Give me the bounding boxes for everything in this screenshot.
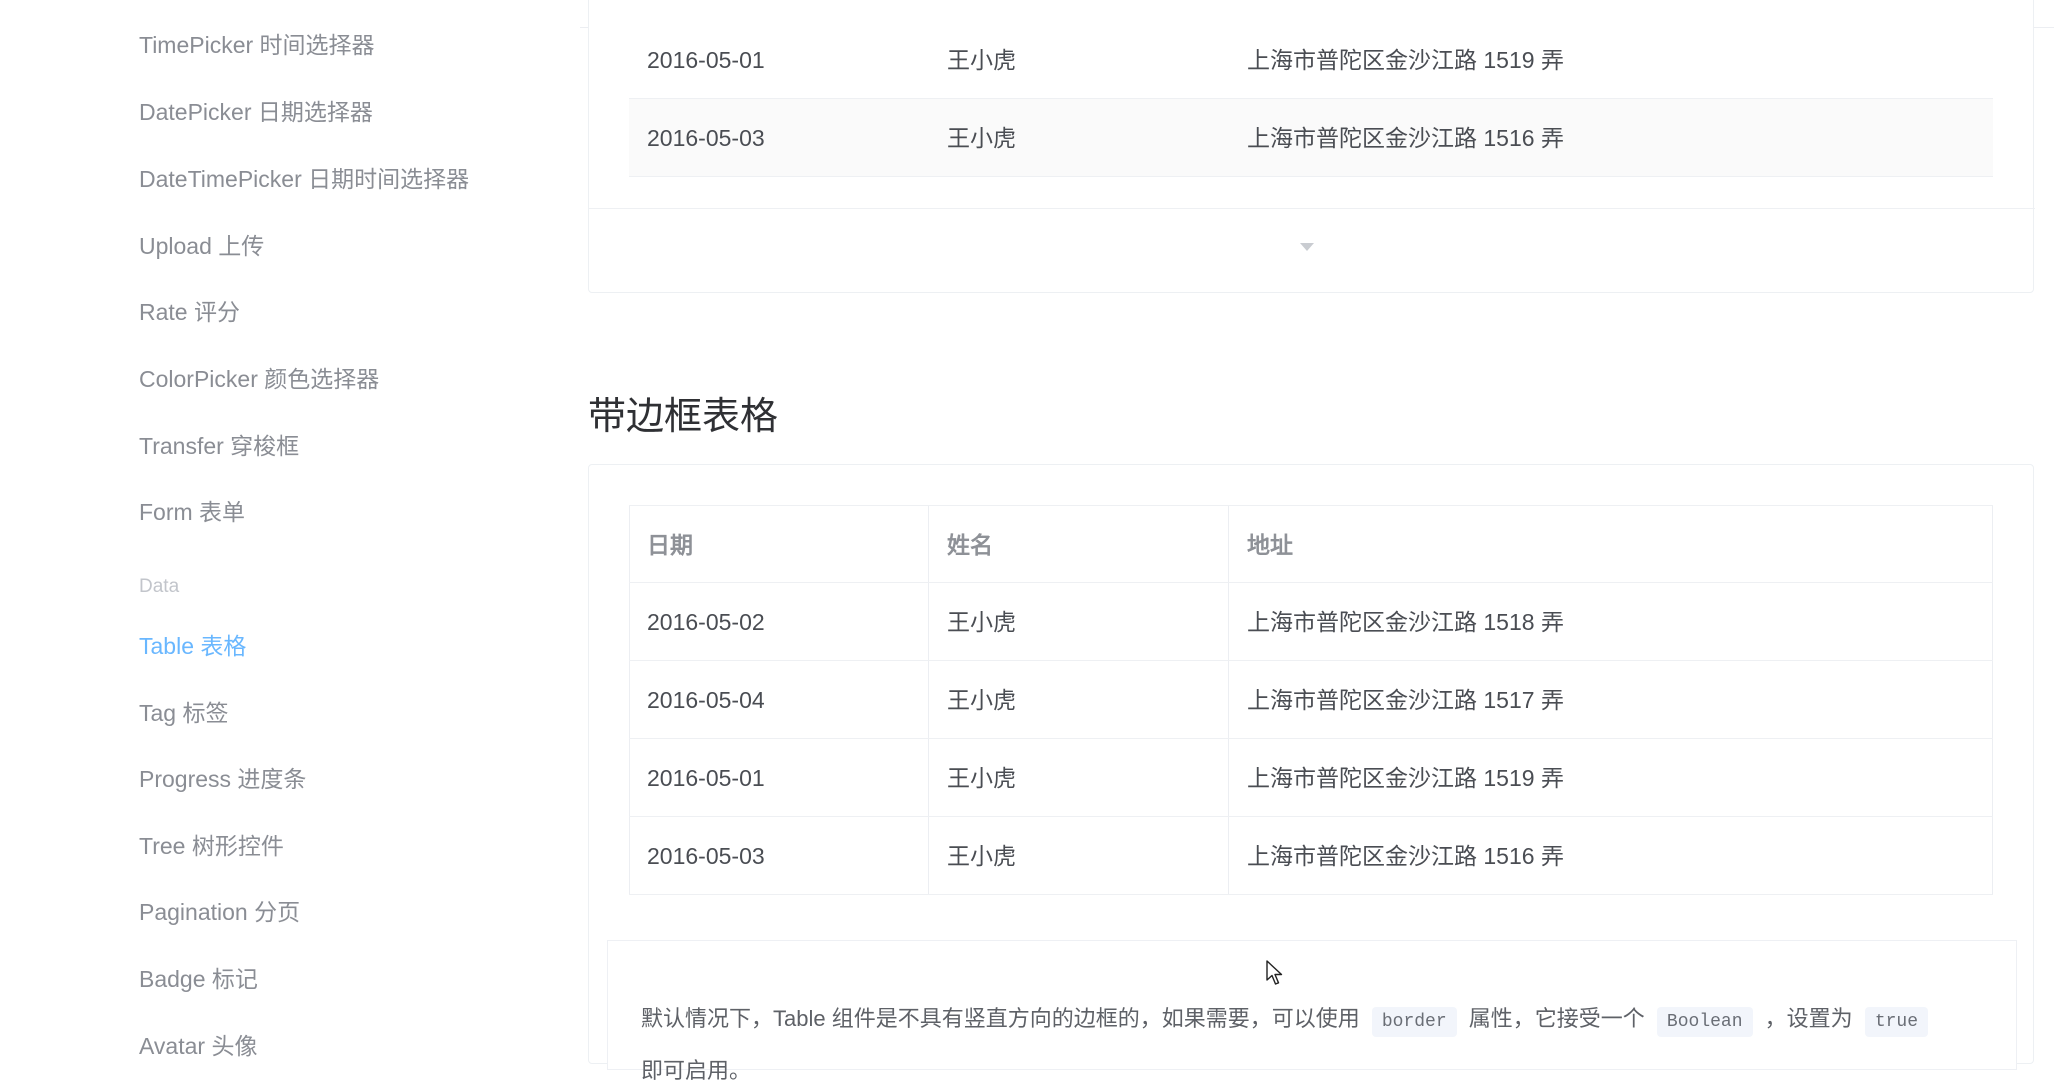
sidebar-item-rate[interactable]: Rate 评分: [139, 293, 240, 327]
cell-address: 上海市普陀区金沙江路 1519 弄: [1247, 47, 1564, 73]
header-address: 地址: [1247, 532, 1293, 558]
description-text: ，设置为: [1764, 1006, 1853, 1031]
description-line: 默认情况下，Table 组件是不具有竖直方向的边框的，如果需要，可以使用 bor…: [641, 1001, 1934, 1037]
sidebar-item-transfer[interactable]: Transfer 穿梭框: [139, 427, 299, 461]
cell-date: 2016-05-03: [647, 843, 765, 869]
sidebar-item-table[interactable]: Table 表格: [139, 627, 246, 661]
sidebar-item-tag[interactable]: Tag 标签: [139, 694, 228, 728]
table-header-row: 日期 姓名 地址: [629, 505, 1993, 583]
cell-date: 2016-05-01: [647, 765, 765, 791]
section-title: 带边框表格: [588, 396, 779, 438]
sidebar-item-upload[interactable]: Upload 上传: [139, 227, 264, 261]
description-text: 默认情况下，Table 组件是不具有竖直方向的边框的，如果需要，可以使用: [641, 1006, 1360, 1031]
sidebar-item-form[interactable]: Form 表单: [139, 493, 245, 527]
cell-name: 王小虎: [947, 125, 1016, 151]
sidebar-item-timepicker[interactable]: TimePicker 时间选择器: [139, 26, 375, 60]
sidebar-nav: TimePicker 时间选择器 DatePicker 日期选择器 DateTi…: [0, 0, 580, 1059]
cell-address: 上海市普陀区金沙江路 1516 弄: [1247, 843, 1564, 869]
cell-date: 2016-05-04: [647, 687, 765, 713]
show-code-toggle[interactable]: [589, 208, 2035, 284]
cell-date: 2016-05-02: [647, 609, 765, 635]
table-row: 2016-05-04 王小虎 上海市普陀区金沙江路 1517 弄: [629, 661, 1993, 739]
table-row: 2016-05-01 王小虎 上海市普陀区金沙江路 1519 弄: [629, 739, 1993, 817]
cell-name: 王小虎: [947, 843, 1016, 869]
sidebar-item-colorpicker[interactable]: ColorPicker 颜色选择器: [139, 360, 379, 394]
code-boolean: Boolean: [1656, 1007, 1753, 1037]
cell-address: 上海市普陀区金沙江路 1516 弄: [1247, 125, 1564, 151]
cell-name: 王小虎: [947, 765, 1016, 791]
cell-name: 王小虎: [947, 47, 1016, 73]
cell-date: 2016-05-01: [647, 47, 765, 73]
header-name: 姓名: [947, 532, 993, 558]
table-row: 2016-05-03 王小虎 上海市普陀区金沙江路 1516 弄: [629, 817, 1993, 895]
stripe-table-demo: 2016-05-01 王小虎 上海市普陀区金沙江路 1519 弄 2016-05…: [588, 0, 2035, 293]
sidebar-item-pagination[interactable]: Pagination 分页: [139, 893, 300, 927]
table-row: 2016-05-03 王小虎 上海市普陀区金沙江路 1516 弄: [629, 99, 1993, 177]
cell-address: 上海市普陀区金沙江路 1519 弄: [1247, 765, 1564, 791]
sidebar-item-badge[interactable]: Badge 标记: [139, 960, 258, 994]
description-text: 属性，它接受一个: [1468, 1006, 1645, 1031]
sidebar-item-progress[interactable]: Progress 进度条: [139, 760, 306, 794]
mouse-pointer-icon: [1266, 960, 1283, 985]
code-true: true: [1864, 1007, 1929, 1037]
sidebar-item-tree[interactable]: Tree 树形控件: [139, 827, 284, 861]
header-date: 日期: [647, 532, 693, 558]
cell-name: 王小虎: [947, 687, 1016, 713]
cell-address: 上海市普陀区金沙江路 1517 弄: [1247, 687, 1564, 713]
sidebar-item-avatar[interactable]: Avatar 头像: [139, 1027, 257, 1061]
sidebar-group-title: Data: [139, 576, 180, 597]
cell-address: 上海市普陀区金沙江路 1518 弄: [1247, 609, 1564, 635]
table-row: 2016-05-02 王小虎 上海市普陀区金沙江路 1518 弄: [629, 583, 1993, 661]
table-row: 2016-05-01 王小虎 上海市普陀区金沙江路 1519 弄: [629, 21, 1993, 99]
code-border: border: [1371, 1007, 1457, 1037]
cell-date: 2016-05-03: [647, 125, 765, 151]
cell-name: 王小虎: [947, 609, 1016, 635]
sidebar-item-datetimepicker[interactable]: DateTimePicker 日期时间选择器: [139, 160, 469, 194]
description-text: 即可启用。: [641, 1058, 752, 1083]
caret-down-icon: [1300, 243, 1314, 251]
sidebar-item-datepicker[interactable]: DatePicker 日期选择器: [139, 93, 373, 127]
